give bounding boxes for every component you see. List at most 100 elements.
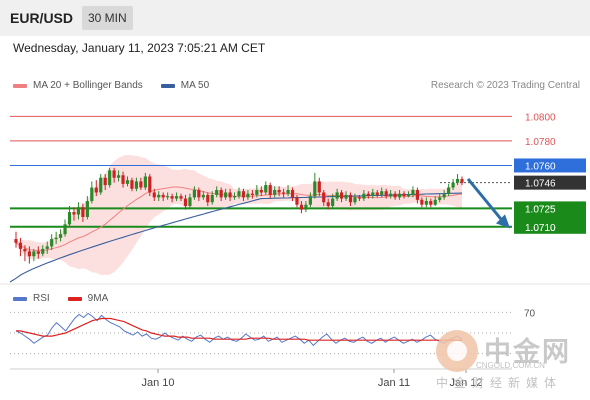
candle-body-27 — [134, 181, 139, 189]
candle-body-24 — [121, 175, 125, 184]
candle-body-0 — [14, 239, 18, 243]
candle-body-75 — [348, 194, 353, 203]
candle-body-78 — [362, 193, 366, 199]
candle-body-84 — [389, 193, 393, 197]
candle-body-15 — [81, 207, 85, 217]
candle-body-48 — [228, 192, 232, 198]
level-label-3: 1.0746 — [525, 179, 556, 190]
candle-body-76 — [353, 197, 357, 203]
candle-body-2 — [23, 248, 27, 252]
forecast-arrow-shaft — [466, 178, 504, 222]
candle-body-28 — [139, 181, 143, 188]
candle-body-81 — [375, 192, 379, 195]
candle-body-60 — [282, 192, 286, 194]
candle-body-49 — [232, 196, 237, 198]
candle-body-79 — [366, 193, 370, 197]
candle-body-83 — [384, 191, 388, 197]
candle-body-45 — [215, 190, 219, 195]
candle-body-89 — [411, 190, 415, 195]
candle-body-65 — [304, 204, 308, 210]
level-label-1: 1.0780 — [525, 137, 556, 148]
candle-body-20 — [103, 177, 107, 186]
candle-body-71 — [331, 198, 335, 206]
candle-body-21 — [108, 170, 112, 186]
candle-body-93 — [429, 201, 433, 205]
candle-body-23 — [116, 175, 121, 178]
candle-body-94 — [433, 199, 437, 205]
candle-body-59 — [277, 190, 281, 193]
candle-body-62 — [290, 190, 295, 198]
candle-body-68 — [317, 181, 321, 193]
candle-body-13 — [72, 212, 76, 215]
candle-body-66 — [308, 196, 312, 205]
candle-body-16 — [85, 201, 89, 217]
candle-body-88 — [406, 194, 411, 197]
watermark-tagline: 中金财经新媒体 — [436, 376, 563, 390]
candle-body-92 — [424, 201, 428, 205]
candle-body-61 — [286, 190, 290, 194]
candle-body-31 — [152, 192, 156, 198]
candle-body-69 — [322, 192, 326, 203]
candle-body-64 — [299, 204, 304, 210]
legend-label-9ma: 9MA — [87, 293, 109, 304]
candle-body-1 — [18, 242, 23, 249]
candle-body-6 — [41, 248, 45, 254]
candle-body-40 — [192, 190, 196, 198]
candle-body-37 — [179, 196, 183, 199]
candle-body-80 — [371, 192, 375, 197]
candle-body-7 — [45, 246, 49, 249]
candle-body-57 — [268, 185, 272, 195]
candle-body-22 — [112, 170, 116, 178]
candle-body-41 — [197, 190, 201, 198]
candle-body-100 — [460, 178, 464, 183]
candle-body-53 — [250, 193, 254, 195]
candle-body-74 — [344, 194, 348, 199]
candle-body-91 — [420, 199, 424, 205]
candle-body-99 — [455, 178, 460, 183]
watermark-logo-icon — [436, 330, 478, 372]
candle-body-8 — [50, 239, 54, 247]
watermark: 中金网 CNGOLD.COM.CN 中金财经新媒体 — [436, 330, 586, 390]
x-tick-label-1: Jan 11 — [378, 377, 410, 389]
candle-body-44 — [210, 194, 214, 203]
candle-body-73 — [339, 192, 344, 199]
candle-body-19 — [99, 177, 103, 193]
candle-body-90 — [415, 190, 419, 200]
candle-body-86 — [397, 193, 402, 198]
candle-body-54 — [255, 190, 259, 195]
legend-swatch-9ma — [67, 296, 82, 301]
candle-body-38 — [183, 198, 188, 206]
rsi-tick-label-70: 70 — [524, 308, 536, 319]
candle-body-35 — [170, 196, 174, 199]
candle-body-52 — [246, 193, 250, 198]
candle-body-67 — [313, 181, 317, 197]
candle-body-77 — [357, 197, 362, 199]
candle-body-70 — [326, 202, 330, 206]
candle-body-82 — [380, 191, 384, 195]
legend-swatch-rsi — [13, 296, 27, 301]
candle-body-11 — [63, 224, 67, 235]
watermark-url: CNGOLD.COM.CN — [476, 361, 545, 370]
rsi-legend: RSI 9MA — [13, 293, 126, 304]
candle-body-34 — [166, 196, 170, 198]
candle-body-58 — [273, 190, 277, 195]
candle-body-17 — [90, 187, 94, 202]
candle-body-26 — [130, 180, 134, 189]
candle-body-63 — [295, 197, 299, 205]
candle-body-36 — [174, 196, 179, 199]
candle-body-97 — [447, 187, 451, 194]
candle-body-50 — [237, 191, 241, 197]
candle-body-32 — [157, 194, 161, 198]
candle-body-39 — [188, 197, 192, 206]
support-zone-label-1: 1.0710 — [525, 223, 556, 234]
candle-body-42 — [201, 194, 205, 198]
level-label-2: 1.0760 — [525, 161, 556, 172]
candle-body-43 — [206, 194, 210, 203]
candle-body-12 — [67, 212, 72, 225]
candle-body-3 — [27, 251, 31, 257]
candle-body-10 — [59, 234, 63, 238]
candle-body-56 — [264, 185, 268, 193]
rsi-ma9-line — [16, 317, 462, 341]
legend-item-9ma: 9MA — [67, 293, 109, 304]
candle-body-4 — [32, 251, 36, 257]
